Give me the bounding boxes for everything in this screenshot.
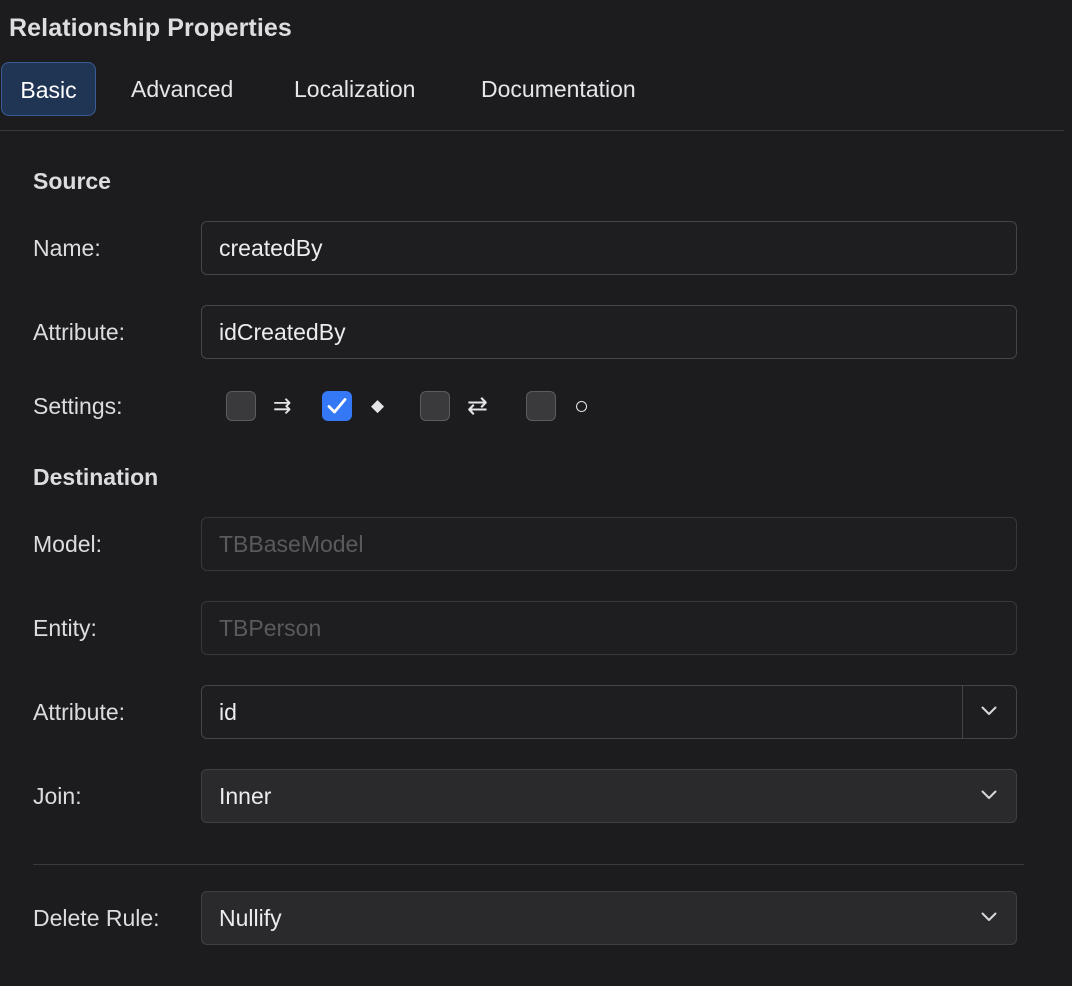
tab-basic[interactable]: Basic (1, 62, 96, 116)
join-select[interactable]: Inner (201, 769, 1017, 823)
name-label: Name: (33, 235, 101, 261)
setting-checkbox-4[interactable] (526, 391, 556, 421)
delete-rule-label: Delete Rule: (33, 905, 160, 931)
delete-rule-value: Nullify (219, 905, 282, 931)
swap-arrows-icon: ⇄ (467, 392, 488, 420)
tab-documentation[interactable]: Documentation (481, 62, 636, 116)
double-arrow-right-icon: ⇉ (273, 393, 292, 418)
section-title-source: Source (33, 168, 111, 194)
settings-label: Settings: (33, 393, 123, 419)
checkmark-icon (327, 398, 347, 414)
source-attribute-field[interactable]: idCreatedBy (201, 305, 1017, 359)
destination-attribute-value[interactable]: id (219, 699, 237, 725)
chevron-down-icon[interactable] (979, 686, 999, 738)
chevron-down-icon (979, 892, 999, 944)
setting-checkbox-3[interactable] (420, 391, 450, 421)
model-label: Model: (33, 531, 103, 557)
destination-attribute-combobox[interactable]: id (201, 685, 1017, 739)
tab-localization[interactable]: Localization (294, 62, 415, 116)
entity-field: TBPerson (201, 601, 1017, 655)
panel-title: Relationship Properties (9, 14, 292, 42)
section-title-destination: Destination (33, 464, 159, 490)
tab-bar: Basic Advanced Localization Documentatio… (0, 62, 1064, 118)
combobox-divider (962, 686, 963, 738)
chevron-down-icon (979, 770, 999, 822)
entity-label: Entity: (33, 615, 97, 641)
relationship-properties-panel: Relationship Properties Basic Advanced L… (0, 0, 1072, 986)
circle-icon: ○ (574, 392, 590, 420)
model-field: TBBaseModel (201, 517, 1017, 571)
name-field[interactable]: createdBy (201, 221, 1017, 275)
join-select-value: Inner (219, 783, 272, 809)
source-attribute-label: Attribute: (33, 319, 126, 345)
section-divider (33, 864, 1024, 865)
tab-advanced[interactable]: Advanced (131, 62, 233, 116)
destination-attribute-label: Attribute: (33, 699, 126, 725)
setting-checkbox-2[interactable] (322, 391, 352, 421)
setting-checkbox-1[interactable] (226, 391, 256, 421)
tabs-divider (0, 130, 1064, 131)
diamond-icon: ◆ (371, 396, 385, 415)
join-label: Join: (33, 783, 82, 809)
delete-rule-select[interactable]: Nullify (201, 891, 1017, 945)
